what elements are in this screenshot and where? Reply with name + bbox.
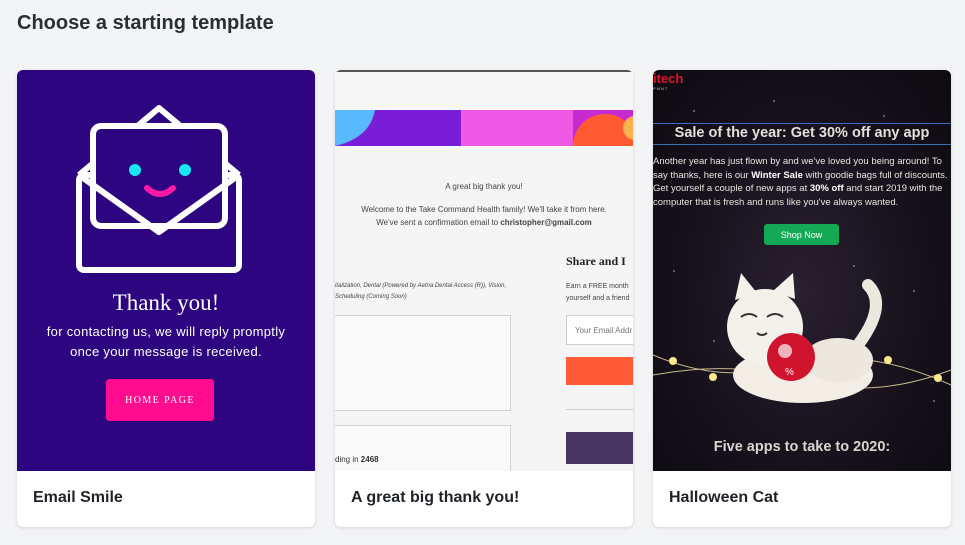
preview-body: Another year has just flown by and we've… [653,156,948,208]
preview-share-text-2: yourself and a friend [566,295,630,302]
template-preview[interactable]: itech PMNT Sale of the year: Get 30% off… [653,70,951,471]
preview-header [335,70,633,110]
template-card-email-smile[interactable]: Thank you! for contacting us, we will re… [17,70,315,527]
preview-left-note-1: italization, Dental (Powered by Aetna De… [335,283,507,289]
preview-ending: ding in 2468 [335,455,379,464]
star-decoration [773,100,775,102]
template-label[interactable]: Halloween Cat [669,489,778,507]
preview-email: christopher@gmail.com [500,218,592,227]
preview-box [335,315,511,411]
page-title: Choose a starting template [17,12,274,34]
divider-line [653,144,951,145]
divider-line [653,123,951,124]
preview-heading: Thank you! [112,290,220,315]
preview-email-input: Your Email Addr [566,315,633,345]
preview-greeting: A great big thank you! [445,182,523,191]
preview-welcome: Welcome to the Take Command Health famil… [361,205,607,214]
svg-text:%: % [785,367,794,378]
template-label[interactable]: Email Smile [33,489,123,507]
color-band-graphic [335,110,633,146]
brand-logo-sub: PMNT [653,86,669,91]
envelope-smile-icon [76,105,242,273]
star-decoration [883,115,885,117]
preview-share-text-1: Earn a FREE month [566,283,629,290]
template-label[interactable]: A great big thank you! [351,489,519,507]
preview-headline: Sale of the year: Get 30% off any app [674,125,930,141]
template-preview[interactable]: A great big thank you! Welcome to the Ta… [335,70,633,471]
star-decoration [693,110,695,112]
preview-message: for contacting us, we will reply promptl… [46,324,286,359]
preview-purple-button: S [566,432,633,464]
template-card-halloween-cat[interactable]: itech PMNT Sale of the year: Get 30% off… [653,70,951,527]
preview-share-heading: Share and I [566,254,626,268]
preview-bottom-heading: Five apps to take to 2020: [713,439,891,455]
preview-confirm: We've sent a confirmation email to chris… [376,218,592,227]
home-page-button: HOME PAGE [106,379,214,421]
template-card-thank-you[interactable]: A great big thank you! Welcome to the Ta… [335,70,633,527]
cat-illustration: % [653,273,951,403]
brand-logo: itech [653,71,684,86]
preview-box [335,425,511,471]
preview-left-note-2: Scheduling (Coming Soon) [335,294,407,300]
preview-orange-button [566,357,633,385]
template-preview[interactable]: Thank you! for contacting us, we will re… [17,70,315,471]
shop-now-button: Shop Now [764,224,839,245]
preview-divider [566,409,633,410]
